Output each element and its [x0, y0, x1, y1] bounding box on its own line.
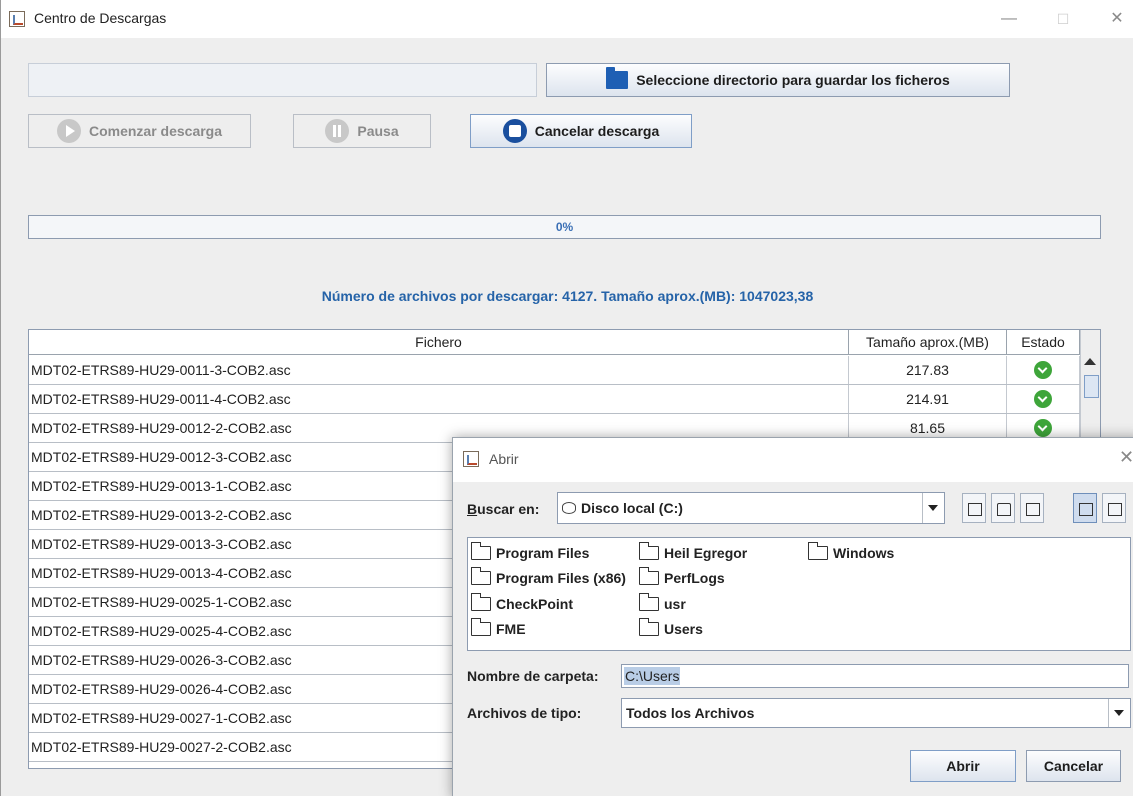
folder-name-value: C:\Users — [624, 667, 681, 685]
table-row[interactable]: MDT02-ETRS89-HU29-0011-4-COB2.asc 214.91 — [29, 385, 1080, 414]
download-progress-bar: 0% — [28, 215, 1101, 239]
look-in-value: Disco local (C:) — [581, 500, 683, 516]
home-icon[interactable] — [991, 493, 1015, 523]
file-name-cell: MDT02-ETRS89-HU29-0011-4-COB2.asc — [29, 385, 849, 413]
folder-icon — [638, 618, 659, 636]
dialog-title: Abrir — [489, 451, 519, 467]
look-in-combo[interactable]: Disco local (C:) — [557, 492, 945, 524]
window-title: Centro de Descargas — [34, 10, 167, 26]
list-item[interactable]: CheckPoint — [470, 593, 573, 612]
column-header-size[interactable]: Tamaño aprox.(MB) — [849, 330, 1007, 354]
details-view-icon[interactable] — [1102, 493, 1126, 523]
look-in-label: Buscar en: — [467, 501, 540, 517]
cancel-download-label: Cancelar descarga — [534, 123, 660, 139]
select-directory-label: Seleccione directorio para guardar los f… — [636, 72, 950, 88]
file-type-label: Archivos de tipo: — [467, 705, 582, 721]
java-app-icon — [463, 451, 479, 467]
list-item[interactable]: FME — [470, 618, 526, 637]
pause-button[interactable]: Pausa — [293, 114, 431, 148]
download-summary: Número de archivos por descargar: 4127. … — [321, 288, 814, 304]
list-item[interactable]: Program Files — [470, 542, 589, 561]
folder-icon — [638, 593, 659, 611]
folder-name-label: Nombre de carpeta: — [467, 668, 599, 684]
folder-icon — [470, 593, 491, 611]
file-type-combo[interactable]: Todos los Archivos — [621, 698, 1131, 728]
scroll-up-icon[interactable] — [1084, 358, 1096, 365]
open-button[interactable]: Abrir — [910, 750, 1016, 782]
maximize-icon[interactable]: ☐ — [1040, 6, 1086, 34]
folder-icon — [638, 542, 659, 560]
folder-icon — [638, 567, 659, 585]
pause-label: Pausa — [357, 123, 399, 139]
minimize-icon[interactable]: — — [986, 6, 1032, 34]
close-icon[interactable]: ✕ — [1094, 6, 1133, 34]
dialog-title-bar: Abrir ✕ — [453, 438, 1133, 482]
title-bar: Centro de Descargas — ☐ ✕ — [1, 0, 1133, 38]
download-ok-icon — [1034, 419, 1052, 437]
list-item[interactable]: Heil Egregor — [638, 542, 747, 561]
start-download-button[interactable]: Comenzar descarga — [28, 114, 251, 148]
disk-icon — [562, 502, 576, 514]
column-header-file[interactable]: Fichero — [29, 330, 849, 354]
select-directory-button[interactable]: Seleccione directorio para guardar los f… — [546, 63, 1010, 97]
look-in-dropdown[interactable] — [922, 493, 944, 523]
folder-icon — [470, 618, 491, 636]
stop-icon — [502, 119, 527, 143]
download-ok-icon — [1034, 361, 1052, 379]
up-folder-icon[interactable] — [962, 493, 986, 523]
list-item[interactable]: Users — [638, 618, 703, 637]
pause-icon — [325, 119, 350, 143]
folder-name-field[interactable]: C:\Users — [621, 664, 1129, 688]
status-cell — [1007, 356, 1080, 384]
file-name-cell: MDT02-ETRS89-HU29-0011-3-COB2.asc — [29, 356, 849, 384]
list-view-icon[interactable] — [1073, 493, 1097, 523]
list-item[interactable]: PerfLogs — [638, 567, 725, 586]
scroll-thumb[interactable] — [1084, 375, 1099, 398]
file-type-dropdown[interactable] — [1108, 699, 1130, 727]
new-folder-icon[interactable] — [1020, 493, 1044, 523]
column-header-status[interactable]: Estado — [1007, 330, 1080, 354]
chevron-down-icon — [928, 505, 938, 511]
list-item[interactable]: Windows — [807, 542, 894, 561]
status-cell — [1007, 385, 1080, 413]
chevron-down-icon — [1114, 710, 1124, 716]
folder-icon — [470, 567, 491, 585]
file-size-cell: 217.83 — [849, 356, 1007, 384]
list-item[interactable]: Program Files (x86) — [470, 567, 626, 586]
java-app-icon — [9, 11, 25, 27]
start-download-label: Comenzar descarga — [88, 123, 223, 139]
list-item[interactable]: usr — [638, 593, 686, 612]
file-type-value: Todos los Archivos — [626, 705, 755, 721]
table-row[interactable]: MDT02-ETRS89-HU29-0011-3-COB2.asc 217.83 — [29, 356, 1080, 385]
progress-text: 0% — [555, 220, 574, 234]
folder-icon — [470, 542, 491, 560]
play-icon — [56, 119, 81, 143]
cancel-download-button[interactable]: Cancelar descarga — [470, 114, 692, 148]
folder-icon — [606, 67, 629, 89]
file-size-cell: 214.91 — [849, 385, 1007, 413]
dialog-close-icon[interactable]: ✕ — [1119, 447, 1133, 468]
cancel-button[interactable]: Cancelar — [1026, 750, 1121, 782]
download-ok-icon — [1034, 390, 1052, 408]
folder-icon — [807, 542, 828, 560]
directory-field[interactable] — [28, 63, 537, 97]
table-header: Fichero Tamaño aprox.(MB) Estado — [29, 330, 1080, 355]
